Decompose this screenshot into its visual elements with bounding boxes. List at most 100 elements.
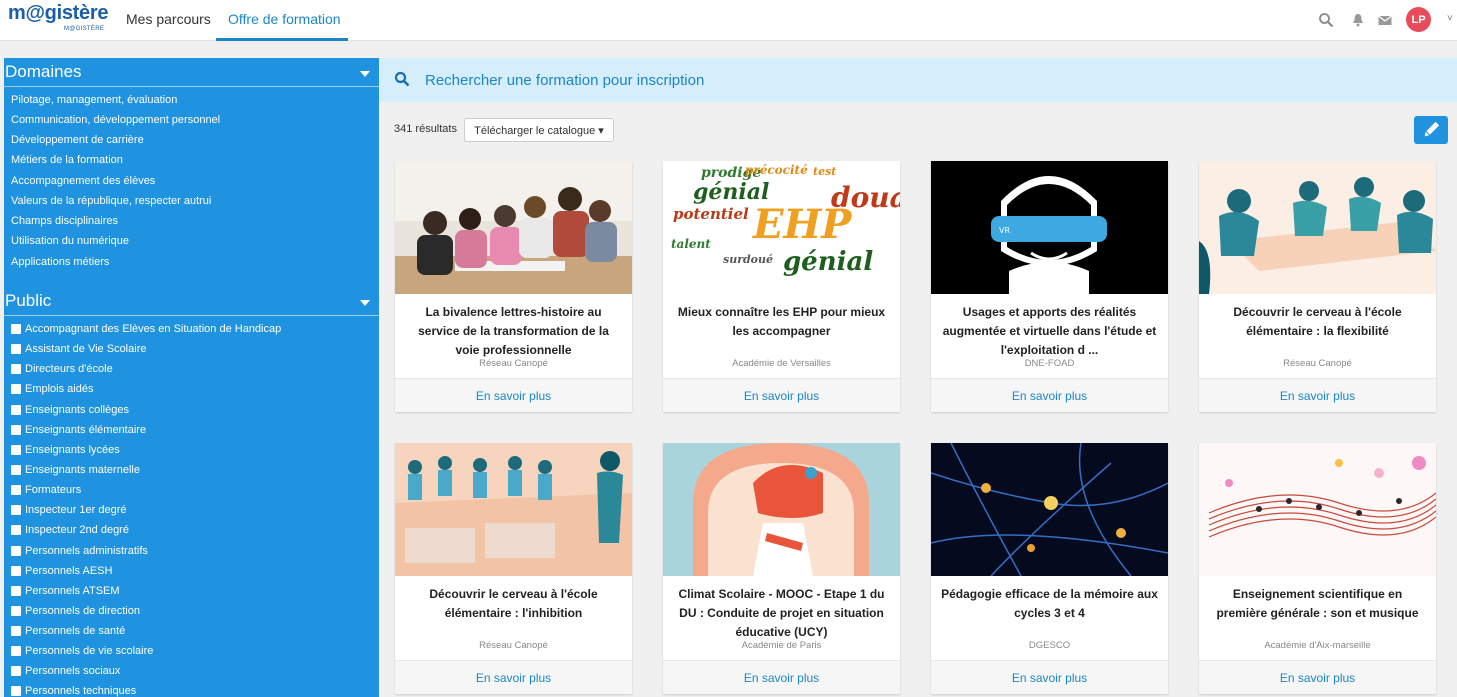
- learn-more-link[interactable]: En savoir plus: [395, 389, 632, 403]
- checkbox[interactable]: [11, 485, 21, 495]
- public-section-header[interactable]: Public: [4, 289, 379, 316]
- domain-item[interactable]: Accompagnement des élèves: [11, 175, 155, 187]
- learn-more-link[interactable]: En savoir plus: [1199, 671, 1436, 685]
- course-image: [1199, 443, 1436, 576]
- public-checkbox-item[interactable]: Personnels de santé: [11, 625, 125, 637]
- checkbox[interactable]: [11, 505, 21, 515]
- course-card[interactable]: Climat Scolaire - MOOC - Etape 1 du DU :…: [663, 443, 900, 694]
- domain-item[interactable]: Métiers de la formation: [11, 154, 123, 166]
- course-card[interactable]: Découvrir le cerveau à l'école élémentai…: [1199, 161, 1436, 412]
- download-catalog-button[interactable]: Télécharger le catalogue ▾: [464, 118, 614, 142]
- search-input[interactable]: Rechercher une formation pour inscriptio…: [425, 72, 704, 89]
- course-image: [1199, 161, 1436, 294]
- course-card[interactable]: prodige génial potentiel EHP douance pré…: [663, 161, 900, 412]
- checkbox[interactable]: [11, 384, 21, 394]
- checkbox[interactable]: [11, 626, 21, 636]
- checkbox[interactable]: [11, 666, 21, 676]
- public-checkbox-item[interactable]: Enseignants élémentaire: [11, 424, 146, 436]
- course-card[interactable]: La bivalence lettres-histoire au service…: [395, 161, 632, 412]
- learn-more-link[interactable]: En savoir plus: [931, 389, 1168, 403]
- card-footer: En savoir plus: [395, 378, 632, 412]
- checkbox[interactable]: [11, 525, 21, 535]
- magistere-logo[interactable]: m@gistère M@GISTÈRE: [8, 2, 108, 36]
- caret-down-icon[interactable]: [360, 71, 370, 77]
- course-card[interactable]: Enseignement scientifique en première gé…: [1199, 443, 1436, 694]
- public-checkbox-item[interactable]: Inspecteur 2nd degré: [11, 524, 129, 536]
- checkbox-label: Accompagnant des Elèves en Situation de …: [25, 323, 282, 335]
- public-checkbox-item[interactable]: Personnels de direction: [11, 605, 140, 617]
- course-title[interactable]: La bivalence lettres-histoire au service…: [405, 303, 622, 360]
- search-bar[interactable]: Rechercher une formation pour inscriptio…: [379, 58, 1457, 102]
- domain-item[interactable]: Pilotage, management, évaluation: [11, 94, 177, 106]
- checkbox[interactable]: [11, 686, 21, 696]
- search-icon[interactable]: [394, 71, 410, 87]
- public-checkbox-item[interactable]: Personnels sociaux: [11, 665, 120, 677]
- course-card[interactable]: Découvrir le cerveau à l'école élémentai…: [395, 443, 632, 694]
- word-cloud-word: surdoué: [723, 253, 774, 266]
- public-checkbox-item[interactable]: Enseignants collèges: [11, 404, 129, 416]
- domain-item[interactable]: Développement de carrière: [11, 134, 144, 146]
- mail-icon[interactable]: [1377, 12, 1393, 28]
- public-checkbox-item[interactable]: Inspecteur 1er degré: [11, 504, 127, 516]
- course-image: prodige génial potentiel EHP douance pré…: [663, 161, 900, 294]
- checkbox-label: Inspecteur 2nd degré: [25, 524, 129, 536]
- public-checkbox-item[interactable]: Personnels techniques: [11, 685, 136, 697]
- checkbox[interactable]: [11, 606, 21, 616]
- course-card[interactable]: Pédagogie efficace de la mémoire aux cyc…: [931, 443, 1168, 694]
- search-icon[interactable]: [1318, 12, 1334, 28]
- learn-more-link[interactable]: En savoir plus: [1199, 389, 1436, 403]
- checkbox[interactable]: [11, 364, 21, 374]
- course-title[interactable]: Climat Scolaire - MOOC - Etape 1 du DU :…: [673, 585, 890, 642]
- public-checkbox-item[interactable]: Personnels AESH: [11, 565, 112, 577]
- course-title[interactable]: Découvrir le cerveau à l'école élémentai…: [1209, 303, 1426, 341]
- checkbox[interactable]: [11, 425, 21, 435]
- course-title[interactable]: Découvrir le cerveau à l'école élémentai…: [405, 585, 622, 623]
- course-title[interactable]: Mieux connaître les EHP pour mieux les a…: [673, 303, 890, 341]
- nav-offre-de-formation[interactable]: Offre de formation: [228, 11, 341, 27]
- checkbox[interactable]: [11, 445, 21, 455]
- course-title[interactable]: Usages et apports des réalités augmentée…: [941, 303, 1158, 360]
- domain-item[interactable]: Applications métiers: [11, 256, 109, 268]
- checkbox[interactable]: [11, 546, 21, 556]
- public-checkbox-item[interactable]: Enseignants maternelle: [11, 464, 140, 476]
- learn-more-link[interactable]: En savoir plus: [663, 389, 900, 403]
- learn-more-link[interactable]: En savoir plus: [931, 671, 1168, 685]
- public-checkbox-item[interactable]: Emplois aidés: [11, 383, 93, 395]
- domain-item[interactable]: Communication, développement personnel: [11, 114, 220, 126]
- learn-more-link[interactable]: En savoir plus: [395, 671, 632, 685]
- chevron-down-icon[interactable]: ˅: [1447, 13, 1453, 24]
- word-cloud-word: précocité: [745, 163, 808, 177]
- checkbox[interactable]: [11, 586, 21, 596]
- public-checkbox-item[interactable]: Enseignants lycées: [11, 444, 120, 456]
- course-card[interactable]: VR Usages et apports des réalités augmen…: [931, 161, 1168, 412]
- public-checkbox-item[interactable]: Directeurs d'école: [11, 363, 113, 375]
- learn-more-link[interactable]: En savoir plus: [663, 671, 900, 685]
- checkbox[interactable]: [11, 566, 21, 576]
- domains-section-header[interactable]: Domaines: [4, 60, 379, 87]
- caret-down-icon[interactable]: [360, 300, 370, 306]
- checkbox[interactable]: [11, 324, 21, 334]
- checkbox[interactable]: [11, 344, 21, 354]
- course-title[interactable]: Enseignement scientifique en première gé…: [1209, 585, 1426, 623]
- word-cloud-word: potentiel: [673, 205, 749, 223]
- public-checkbox-item[interactable]: Formateurs: [11, 484, 81, 496]
- nav-mes-parcours[interactable]: Mes parcours: [126, 11, 211, 27]
- checkbox[interactable]: [11, 646, 21, 656]
- card-footer: En savoir plus: [395, 660, 632, 694]
- course-title[interactable]: Pédagogie efficace de la mémoire aux cyc…: [941, 585, 1158, 623]
- domain-item[interactable]: Utilisation du numérique: [11, 235, 129, 247]
- public-checkbox-item[interactable]: Accompagnant des Elèves en Situation de …: [11, 323, 281, 335]
- domain-item[interactable]: Champs disciplinaires: [11, 215, 118, 227]
- public-checkbox-item[interactable]: Personnels ATSEM: [11, 585, 120, 597]
- checkbox-label: Enseignants collèges: [25, 404, 129, 416]
- card-footer: En savoir plus: [1199, 378, 1436, 412]
- edit-button[interactable]: [1414, 116, 1448, 144]
- bell-icon[interactable]: [1350, 12, 1366, 28]
- public-checkbox-item[interactable]: Personnels administratifs: [11, 545, 148, 557]
- checkbox[interactable]: [11, 405, 21, 415]
- public-checkbox-item[interactable]: Personnels de vie scolaire: [11, 645, 153, 657]
- user-avatar[interactable]: LP: [1406, 7, 1431, 32]
- domain-item[interactable]: Valeurs de la république, respecter autr…: [11, 195, 211, 207]
- public-checkbox-item[interactable]: Assistant de Vie Scolaire: [11, 343, 146, 355]
- checkbox[interactable]: [11, 465, 21, 475]
